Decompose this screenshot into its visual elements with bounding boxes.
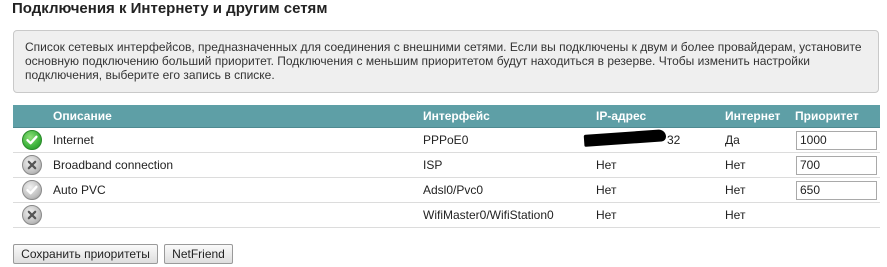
priority-input[interactable] [796, 155, 877, 175]
row-ip: 32 [583, 127, 725, 153]
table-header-row: Описание Интерфейс IP-адрес Интернет При… [13, 105, 880, 128]
row-description: Internet [53, 127, 423, 153]
info-text: Список сетевых интерфейсов, предназначен… [25, 40, 862, 82]
x-circle-icon [22, 205, 42, 225]
row-ip: Нет [596, 177, 725, 203]
save-priorities-button[interactable]: Сохранить приоритеты [13, 244, 158, 264]
netfriend-button[interactable]: NetFriend [164, 244, 233, 264]
row-internet: Нет [725, 177, 795, 203]
row-ip-value: 32 [667, 133, 681, 147]
row-priority [795, 127, 880, 153]
header-priority: Приоритет [795, 105, 880, 128]
status-cell [13, 177, 53, 203]
header-ip: IP-адрес [596, 105, 725, 128]
row-internet: Нет [725, 152, 795, 178]
row-priority [795, 152, 880, 178]
row-description: Auto PVC [53, 177, 423, 203]
status-cell [13, 127, 53, 153]
table-row[interactable]: Internet PPPoE0 32 Да [13, 127, 880, 153]
row-interface: ISP [423, 152, 596, 178]
status-cell [13, 152, 53, 178]
row-description: Broadband connection [53, 152, 423, 178]
table-row[interactable]: WifiMaster0/WifiStation0 Нет Нет [13, 202, 880, 228]
priority-input[interactable] [796, 180, 877, 200]
table-row[interactable]: Broadband connection ISP Нет Нет [13, 152, 880, 178]
header-interface: Интерфейс [423, 105, 596, 128]
row-ip: Нет [596, 202, 725, 228]
check-circle-icon [22, 180, 42, 200]
info-box: Список сетевых интерфейсов, предназначен… [13, 30, 879, 93]
row-priority [795, 177, 880, 203]
status-cell [13, 202, 53, 228]
table-row[interactable]: Auto PVC Adsl0/Pvc0 Нет Нет [13, 177, 880, 203]
check-circle-icon [22, 130, 42, 150]
row-interface: Adsl0/Pvc0 [423, 177, 596, 203]
connections-table: Описание Интерфейс IP-адрес Интернет При… [13, 105, 880, 228]
row-internet: Нет [725, 202, 795, 228]
row-priority [795, 202, 880, 228]
row-ip: Нет [596, 152, 725, 178]
header-description: Описание [53, 105, 423, 128]
row-description [53, 202, 423, 228]
redaction-mark [583, 129, 667, 147]
priority-input[interactable] [796, 130, 877, 150]
header-status [13, 105, 53, 128]
page-title: Подключения к Интернету и другим сетям [12, 0, 328, 17]
header-internet: Интернет [725, 105, 795, 128]
x-circle-icon [22, 155, 42, 175]
row-internet: Да [725, 127, 795, 153]
row-interface: PPPoE0 [423, 127, 596, 153]
row-interface: WifiMaster0/WifiStation0 [423, 202, 596, 228]
